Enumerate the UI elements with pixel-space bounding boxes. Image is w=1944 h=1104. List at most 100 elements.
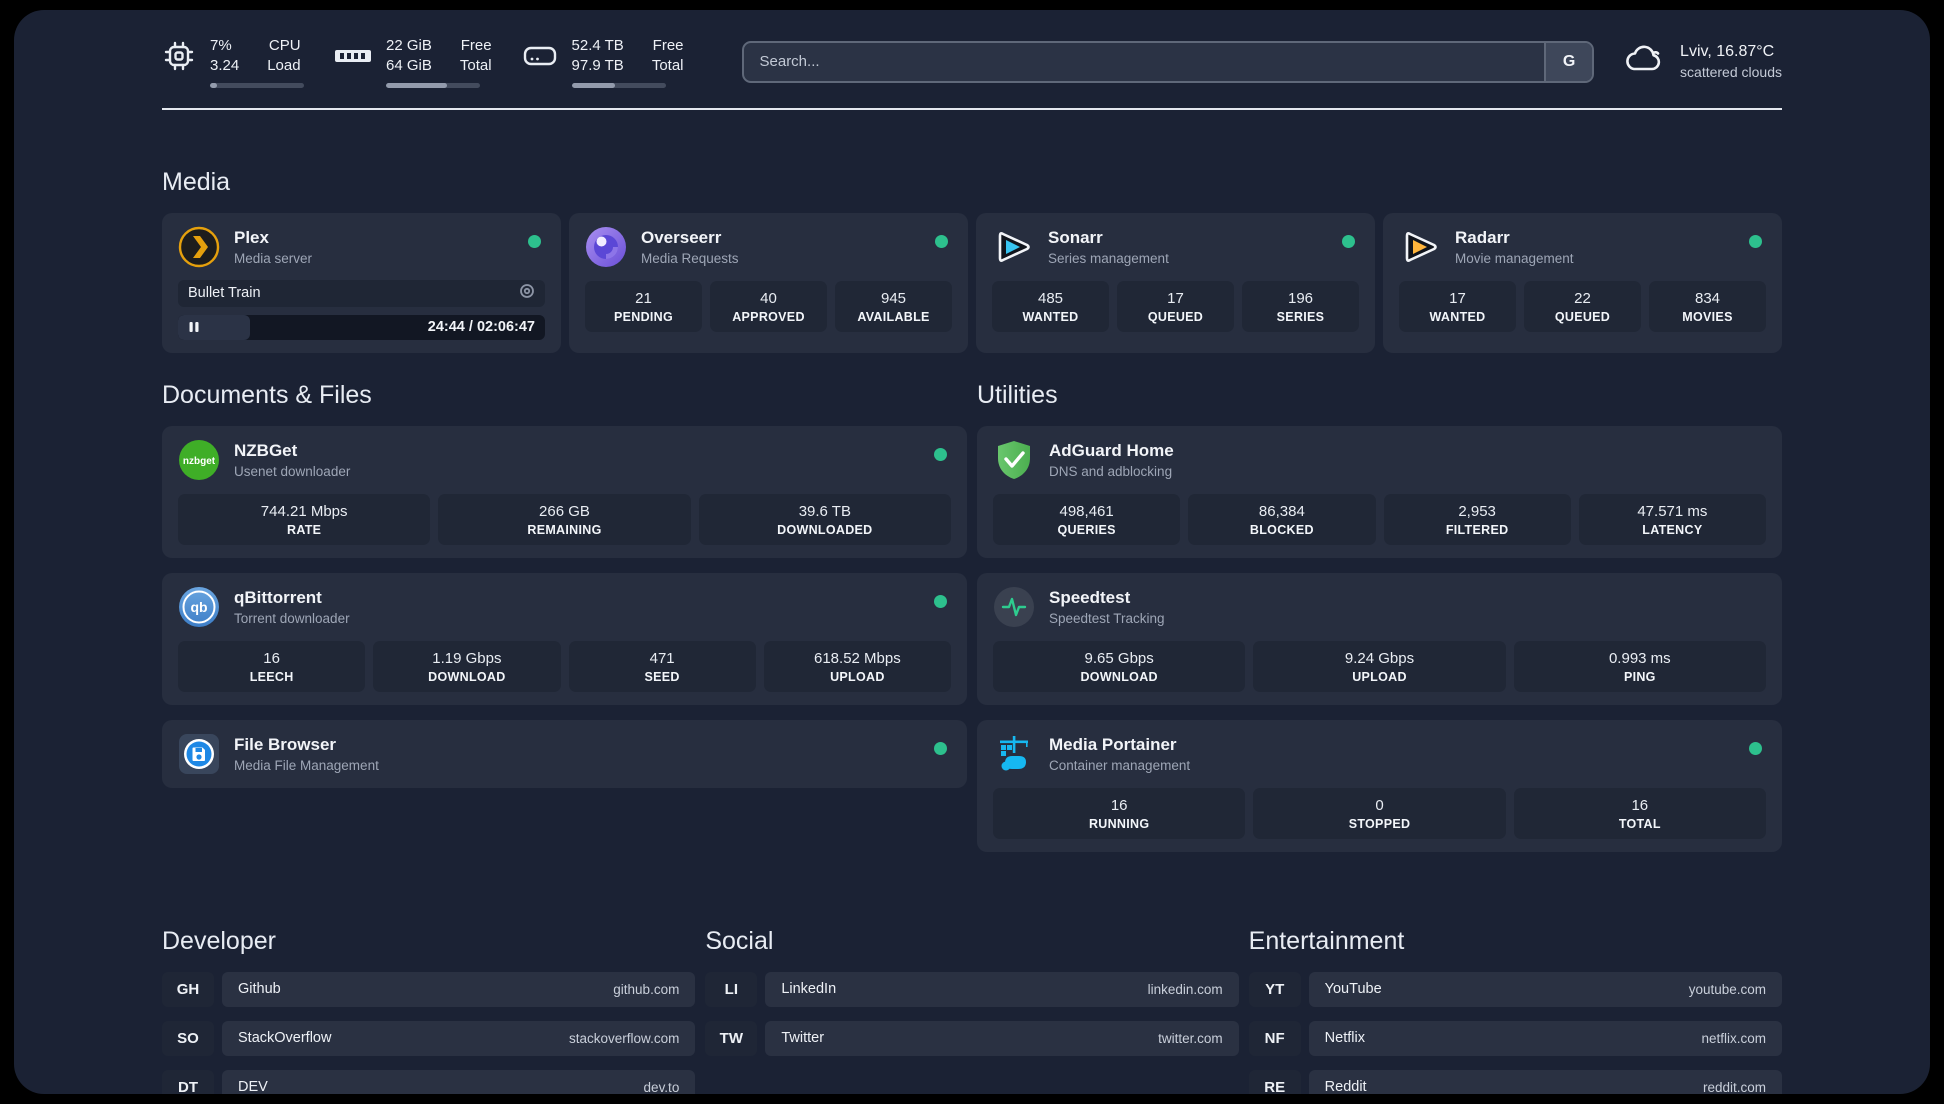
memory-widget: 22 GiB 64 GiB Free Total — [334, 36, 492, 88]
app-title: Overseerr — [641, 227, 722, 247]
app-card-sonarr[interactable]: Sonarr Series management 485 WANTED 17 Q… — [976, 212, 1375, 353]
section-title-media: Media — [162, 167, 231, 196]
cpu-progress-fill — [210, 82, 217, 88]
status-online-dot — [935, 234, 948, 248]
overseerr-icon — [585, 226, 627, 268]
app-subtitle: Usenet downloader — [234, 463, 351, 479]
bookmark-link-stackoverflow[interactable]: StackOverflow stackoverflow.com — [222, 1020, 696, 1056]
app-card-plex[interactable]: Plex Media server Bullet Train 24:44 / 0… — [162, 212, 561, 353]
status-online-dot — [528, 234, 541, 248]
app-subtitle: Speedtest Tracking — [1049, 610, 1165, 626]
bookmark-link-netflix[interactable]: Netflix netflix.com — [1308, 1020, 1782, 1056]
top-bar: 7% 3.24 CPU Load 22 GiB 64 GiB Free Tota… — [162, 36, 1782, 88]
documents-column: Documents & Files nzbget NZBGet Usenet d… — [162, 381, 967, 867]
app-card-nzbget[interactable]: nzbget NZBGet Usenet downloader 744.21 M… — [162, 425, 967, 558]
app-subtitle: Torrent downloader — [234, 610, 350, 626]
stat-box: 945 AVAILABLE — [835, 280, 952, 332]
search-input[interactable] — [743, 42, 1545, 81]
section-title-documents: Documents & Files — [162, 380, 372, 409]
app-title: NZBGet — [234, 440, 298, 460]
disk-free-value: 52.4 TB — [571, 37, 624, 54]
stats-row: 498,461 QUERIES 86,384 BLOCKED 2,953 FIL… — [993, 493, 1766, 545]
filebrowser-icon — [178, 733, 220, 775]
stat-box: 618.52 Mbps UPLOAD — [763, 640, 951, 692]
cpu-load-label: Load — [267, 57, 301, 75]
bookmark-tag: GH — [162, 971, 214, 1007]
stat-box: 266 GB REMAINING — [438, 493, 691, 545]
app-subtitle: Series management — [1048, 250, 1169, 266]
bookmark-link-dev[interactable]: DEV dev.to — [222, 1069, 696, 1094]
cpu-usage-label: CPU — [268, 37, 301, 54]
memory-free-value: 22 GiB — [386, 37, 432, 54]
status-online-dot — [934, 741, 947, 755]
stat-box: 0 STOPPED — [1253, 787, 1506, 839]
bookmark-tag: TW — [705, 1020, 758, 1056]
app-title: Speedtest — [1049, 587, 1131, 607]
portainer-icon — [993, 733, 1035, 775]
bookmark-link-youtube[interactable]: YouTube youtube.com — [1308, 971, 1782, 1007]
bookmark-link-linkedin[interactable]: LinkedIn linkedin.com — [765, 971, 1239, 1007]
bookmark-link-github[interactable]: Github github.com — [222, 971, 696, 1007]
bookmark-row-twitter: TW Twitter twitter.com — [705, 1020, 1239, 1056]
bookmark-row-netflix: NF Netflix netflix.com — [1248, 1020, 1782, 1056]
stat-box: 17 WANTED — [1399, 280, 1516, 332]
radarr-icon — [1399, 226, 1441, 268]
cpu-load-value: 3.24 — [210, 57, 240, 75]
app-card-portainer[interactable]: Media Portainer Container management 16 … — [977, 719, 1782, 852]
bookmark-link-twitter[interactable]: Twitter twitter.com — [765, 1020, 1239, 1056]
now-playing-bar: Bullet Train — [178, 279, 545, 307]
stat-box: 16 RUNNING — [993, 787, 1246, 839]
memory-total-label: Total — [459, 57, 492, 75]
stat-box: 9.24 Gbps UPLOAD — [1253, 640, 1506, 692]
bookmark-row-github: GH Github github.com — [162, 971, 696, 1007]
speedtest-icon — [993, 586, 1035, 628]
app-card-adguard[interactable]: AdGuard Home DNS and adblocking 498,461 … — [977, 425, 1782, 558]
cloud-icon — [1622, 41, 1666, 82]
now-playing-title: Bullet Train — [188, 285, 261, 301]
plex-icon — [178, 226, 220, 268]
bookmark-tag: NF — [1248, 1020, 1301, 1056]
stat-box: 471 SEED — [568, 640, 756, 692]
playback-time: 24:44 / 02:06:47 — [427, 319, 535, 335]
stats-row: 17 WANTED 22 QUEUED 834 MOVIES — [1399, 280, 1766, 332]
app-card-filebrowser[interactable]: File Browser Media File Management — [162, 719, 967, 788]
disk-progress-fill — [571, 82, 615, 88]
header-divider — [162, 107, 1782, 110]
weather-condition: scattered clouds — [1680, 64, 1782, 81]
search-engine-button[interactable]: G — [1544, 42, 1593, 81]
memory-progress-bar — [386, 82, 480, 88]
app-title: Sonarr — [1048, 227, 1103, 247]
section-title-social: Social — [705, 926, 774, 955]
cpu-usage-value: 7% — [210, 37, 232, 54]
cpu-chip-icon — [162, 39, 196, 73]
app-card-overseerr[interactable]: Overseerr Media Requests 21 PENDING 40 A… — [569, 212, 968, 353]
section-title-utilities: Utilities — [977, 380, 1058, 409]
app-title: Radarr — [1455, 227, 1510, 247]
stats-row: 744.21 Mbps RATE 266 GB REMAINING 39.6 T… — [178, 493, 951, 545]
stat-box: 834 MOVIES — [1649, 280, 1766, 332]
section-title-developer: Developer — [162, 926, 276, 955]
stat-box: 39.6 TB DOWNLOADED — [698, 493, 951, 545]
social-column: Social LI LinkedIn linkedin.com TW Twitt… — [705, 926, 1239, 1095]
stat-box: 744.21 Mbps RATE — [178, 493, 431, 545]
disk-total-value: 97.9 TB — [571, 57, 624, 75]
disk-total-label: Total — [651, 57, 684, 75]
stat-box: 0.993 ms PING — [1513, 640, 1766, 692]
stat-box: 16 TOTAL — [1513, 787, 1766, 839]
stat-box: 16 LEECH — [178, 640, 366, 692]
svg-text:qb: qb — [190, 599, 207, 615]
stats-row: 16 LEECH 1.19 Gbps DOWNLOAD 471 SEED 618… — [178, 640, 951, 692]
playback-progress-bar[interactable]: 24:44 / 02:06:47 — [178, 314, 545, 340]
app-title: AdGuard Home — [1049, 440, 1174, 460]
bookmark-tag: YT — [1248, 971, 1301, 1007]
app-subtitle: Media server — [234, 250, 313, 266]
app-card-radarr[interactable]: Radarr Movie management 17 WANTED 22 QUE… — [1383, 212, 1782, 353]
bookmark-tag: SO — [162, 1020, 214, 1056]
bookmark-link-reddit[interactable]: Reddit reddit.com — [1308, 1069, 1782, 1094]
app-card-qbittorrent[interactable]: qb qBittorrent Torrent downloader 16 LEE… — [162, 572, 967, 705]
stat-box: 40 APPROVED — [710, 280, 827, 332]
session-icon — [519, 283, 535, 304]
app-card-speedtest[interactable]: Speedtest Speedtest Tracking 9.65 Gbps D… — [977, 572, 1782, 705]
status-online-dot — [1342, 234, 1355, 248]
pause-icon — [188, 321, 200, 333]
